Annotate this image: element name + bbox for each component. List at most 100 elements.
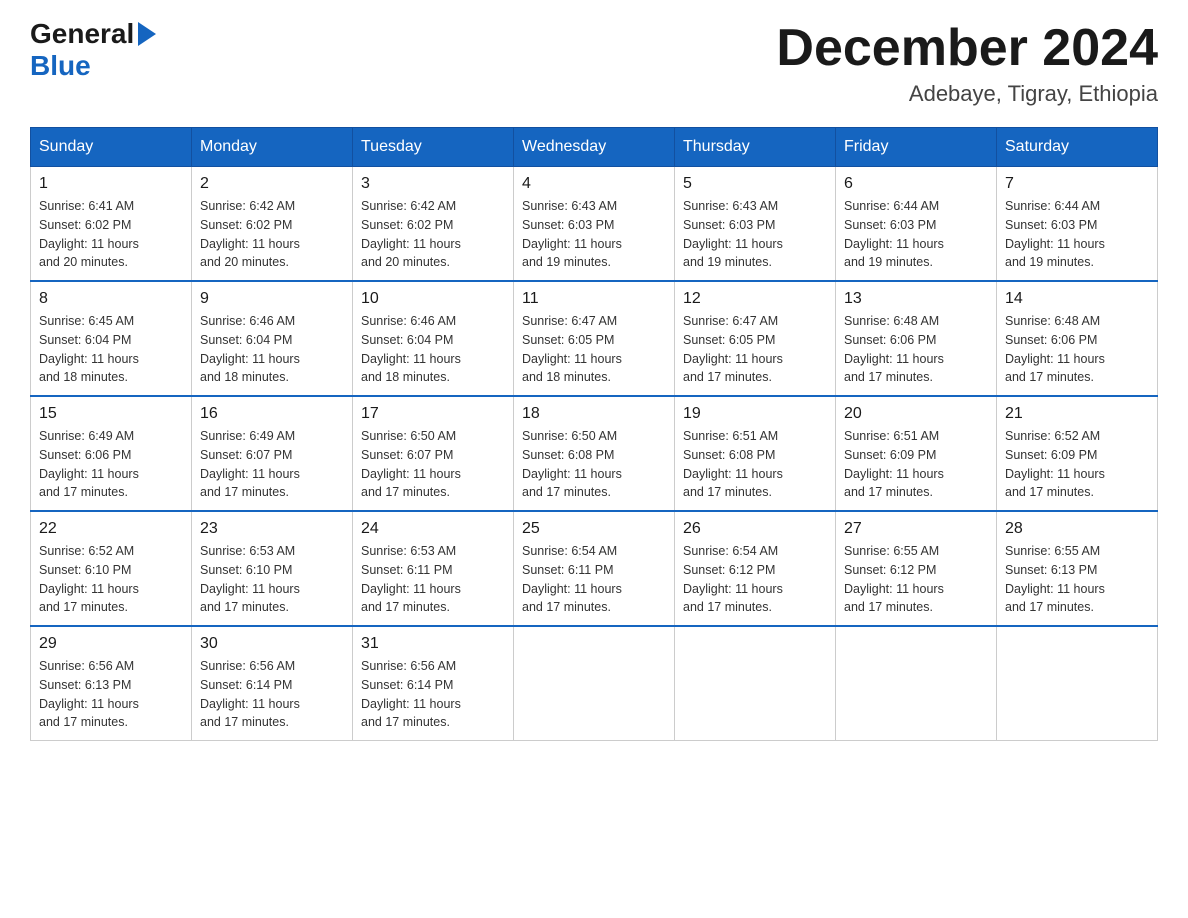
day-number: 6	[844, 175, 988, 193]
day-info: Sunrise: 6:55 AM Sunset: 6:12 PM Dayligh…	[844, 542, 988, 617]
day-info: Sunrise: 6:44 AM Sunset: 6:03 PM Dayligh…	[844, 197, 988, 272]
day-number: 7	[1005, 175, 1149, 193]
day-number: 14	[1005, 290, 1149, 308]
header-wednesday: Wednesday	[514, 128, 675, 167]
table-row: 31 Sunrise: 6:56 AM Sunset: 6:14 PM Dayl…	[353, 626, 514, 741]
table-row: 5 Sunrise: 6:43 AM Sunset: 6:03 PM Dayli…	[675, 167, 836, 282]
day-number: 9	[200, 290, 344, 308]
calendar-header-row: Sunday Monday Tuesday Wednesday Thursday…	[31, 128, 1158, 167]
day-info: Sunrise: 6:53 AM Sunset: 6:11 PM Dayligh…	[361, 542, 505, 617]
header-sunday: Sunday	[31, 128, 192, 167]
day-info: Sunrise: 6:44 AM Sunset: 6:03 PM Dayligh…	[1005, 197, 1149, 272]
day-number: 26	[683, 520, 827, 538]
day-number: 11	[522, 290, 666, 308]
table-row: 25 Sunrise: 6:54 AM Sunset: 6:11 PM Dayl…	[514, 511, 675, 626]
table-row: 18 Sunrise: 6:50 AM Sunset: 6:08 PM Dayl…	[514, 396, 675, 511]
table-row: 4 Sunrise: 6:43 AM Sunset: 6:03 PM Dayli…	[514, 167, 675, 282]
day-number: 25	[522, 520, 666, 538]
day-info: Sunrise: 6:46 AM Sunset: 6:04 PM Dayligh…	[361, 312, 505, 387]
day-info: Sunrise: 6:47 AM Sunset: 6:05 PM Dayligh…	[522, 312, 666, 387]
day-info: Sunrise: 6:41 AM Sunset: 6:02 PM Dayligh…	[39, 197, 183, 272]
day-info: Sunrise: 6:50 AM Sunset: 6:07 PM Dayligh…	[361, 427, 505, 502]
table-row: 26 Sunrise: 6:54 AM Sunset: 6:12 PM Dayl…	[675, 511, 836, 626]
month-year-title: December 2024	[776, 20, 1158, 77]
table-row: 6 Sunrise: 6:44 AM Sunset: 6:03 PM Dayli…	[836, 167, 997, 282]
day-number: 3	[361, 175, 505, 193]
day-number: 12	[683, 290, 827, 308]
day-number: 29	[39, 635, 183, 653]
day-number: 20	[844, 405, 988, 423]
calendar-week-row: 8 Sunrise: 6:45 AM Sunset: 6:04 PM Dayli…	[31, 281, 1158, 396]
table-row: 30 Sunrise: 6:56 AM Sunset: 6:14 PM Dayl…	[192, 626, 353, 741]
day-number: 24	[361, 520, 505, 538]
day-info: Sunrise: 6:56 AM Sunset: 6:14 PM Dayligh…	[361, 657, 505, 732]
table-row: 3 Sunrise: 6:42 AM Sunset: 6:02 PM Dayli…	[353, 167, 514, 282]
table-row	[836, 626, 997, 741]
day-number: 13	[844, 290, 988, 308]
table-row: 15 Sunrise: 6:49 AM Sunset: 6:06 PM Dayl…	[31, 396, 192, 511]
header-friday: Friday	[836, 128, 997, 167]
table-row: 21 Sunrise: 6:52 AM Sunset: 6:09 PM Dayl…	[997, 396, 1158, 511]
table-row: 8 Sunrise: 6:45 AM Sunset: 6:04 PM Dayli…	[31, 281, 192, 396]
table-row: 29 Sunrise: 6:56 AM Sunset: 6:13 PM Dayl…	[31, 626, 192, 741]
day-info: Sunrise: 6:51 AM Sunset: 6:08 PM Dayligh…	[683, 427, 827, 502]
day-number: 4	[522, 175, 666, 193]
table-row: 16 Sunrise: 6:49 AM Sunset: 6:07 PM Dayl…	[192, 396, 353, 511]
calendar-week-row: 22 Sunrise: 6:52 AM Sunset: 6:10 PM Dayl…	[31, 511, 1158, 626]
day-number: 16	[200, 405, 344, 423]
day-info: Sunrise: 6:46 AM Sunset: 6:04 PM Dayligh…	[200, 312, 344, 387]
calendar-week-row: 29 Sunrise: 6:56 AM Sunset: 6:13 PM Dayl…	[31, 626, 1158, 741]
page-header: General Blue December 2024 Adebaye, Tigr…	[30, 20, 1158, 107]
day-number: 21	[1005, 405, 1149, 423]
table-row: 28 Sunrise: 6:55 AM Sunset: 6:13 PM Dayl…	[997, 511, 1158, 626]
header-saturday: Saturday	[997, 128, 1158, 167]
logo-arrow-icon	[138, 22, 156, 46]
day-info: Sunrise: 6:55 AM Sunset: 6:13 PM Dayligh…	[1005, 542, 1149, 617]
table-row: 24 Sunrise: 6:53 AM Sunset: 6:11 PM Dayl…	[353, 511, 514, 626]
table-row: 27 Sunrise: 6:55 AM Sunset: 6:12 PM Dayl…	[836, 511, 997, 626]
day-number: 19	[683, 405, 827, 423]
table-row: 14 Sunrise: 6:48 AM Sunset: 6:06 PM Dayl…	[997, 281, 1158, 396]
day-info: Sunrise: 6:43 AM Sunset: 6:03 PM Dayligh…	[683, 197, 827, 272]
day-number: 1	[39, 175, 183, 193]
logo: General Blue	[30, 20, 156, 82]
day-number: 18	[522, 405, 666, 423]
calendar-table: Sunday Monday Tuesday Wednesday Thursday…	[30, 127, 1158, 741]
table-row: 12 Sunrise: 6:47 AM Sunset: 6:05 PM Dayl…	[675, 281, 836, 396]
table-row: 22 Sunrise: 6:52 AM Sunset: 6:10 PM Dayl…	[31, 511, 192, 626]
table-row: 13 Sunrise: 6:48 AM Sunset: 6:06 PM Dayl…	[836, 281, 997, 396]
table-row: 7 Sunrise: 6:44 AM Sunset: 6:03 PM Dayli…	[997, 167, 1158, 282]
calendar-title-area: December 2024 Adebaye, Tigray, Ethiopia	[776, 20, 1158, 107]
day-number: 17	[361, 405, 505, 423]
location-subtitle: Adebaye, Tigray, Ethiopia	[776, 81, 1158, 107]
day-number: 27	[844, 520, 988, 538]
table-row	[514, 626, 675, 741]
table-row: 9 Sunrise: 6:46 AM Sunset: 6:04 PM Dayli…	[192, 281, 353, 396]
calendar-week-row: 15 Sunrise: 6:49 AM Sunset: 6:06 PM Dayl…	[31, 396, 1158, 511]
day-info: Sunrise: 6:42 AM Sunset: 6:02 PM Dayligh…	[200, 197, 344, 272]
day-info: Sunrise: 6:49 AM Sunset: 6:07 PM Dayligh…	[200, 427, 344, 502]
table-row: 19 Sunrise: 6:51 AM Sunset: 6:08 PM Dayl…	[675, 396, 836, 511]
table-row: 10 Sunrise: 6:46 AM Sunset: 6:04 PM Dayl…	[353, 281, 514, 396]
table-row	[997, 626, 1158, 741]
logo-general-text: General	[30, 20, 134, 48]
table-row: 20 Sunrise: 6:51 AM Sunset: 6:09 PM Dayl…	[836, 396, 997, 511]
day-number: 2	[200, 175, 344, 193]
calendar-week-row: 1 Sunrise: 6:41 AM Sunset: 6:02 PM Dayli…	[31, 167, 1158, 282]
day-number: 22	[39, 520, 183, 538]
table-row: 1 Sunrise: 6:41 AM Sunset: 6:02 PM Dayli…	[31, 167, 192, 282]
day-info: Sunrise: 6:43 AM Sunset: 6:03 PM Dayligh…	[522, 197, 666, 272]
table-row	[675, 626, 836, 741]
day-info: Sunrise: 6:54 AM Sunset: 6:12 PM Dayligh…	[683, 542, 827, 617]
day-info: Sunrise: 6:56 AM Sunset: 6:13 PM Dayligh…	[39, 657, 183, 732]
day-number: 8	[39, 290, 183, 308]
day-number: 15	[39, 405, 183, 423]
day-number: 23	[200, 520, 344, 538]
table-row: 11 Sunrise: 6:47 AM Sunset: 6:05 PM Dayl…	[514, 281, 675, 396]
table-row: 17 Sunrise: 6:50 AM Sunset: 6:07 PM Dayl…	[353, 396, 514, 511]
day-number: 30	[200, 635, 344, 653]
day-info: Sunrise: 6:45 AM Sunset: 6:04 PM Dayligh…	[39, 312, 183, 387]
header-thursday: Thursday	[675, 128, 836, 167]
logo-blue-text: Blue	[30, 50, 91, 82]
day-info: Sunrise: 6:53 AM Sunset: 6:10 PM Dayligh…	[200, 542, 344, 617]
